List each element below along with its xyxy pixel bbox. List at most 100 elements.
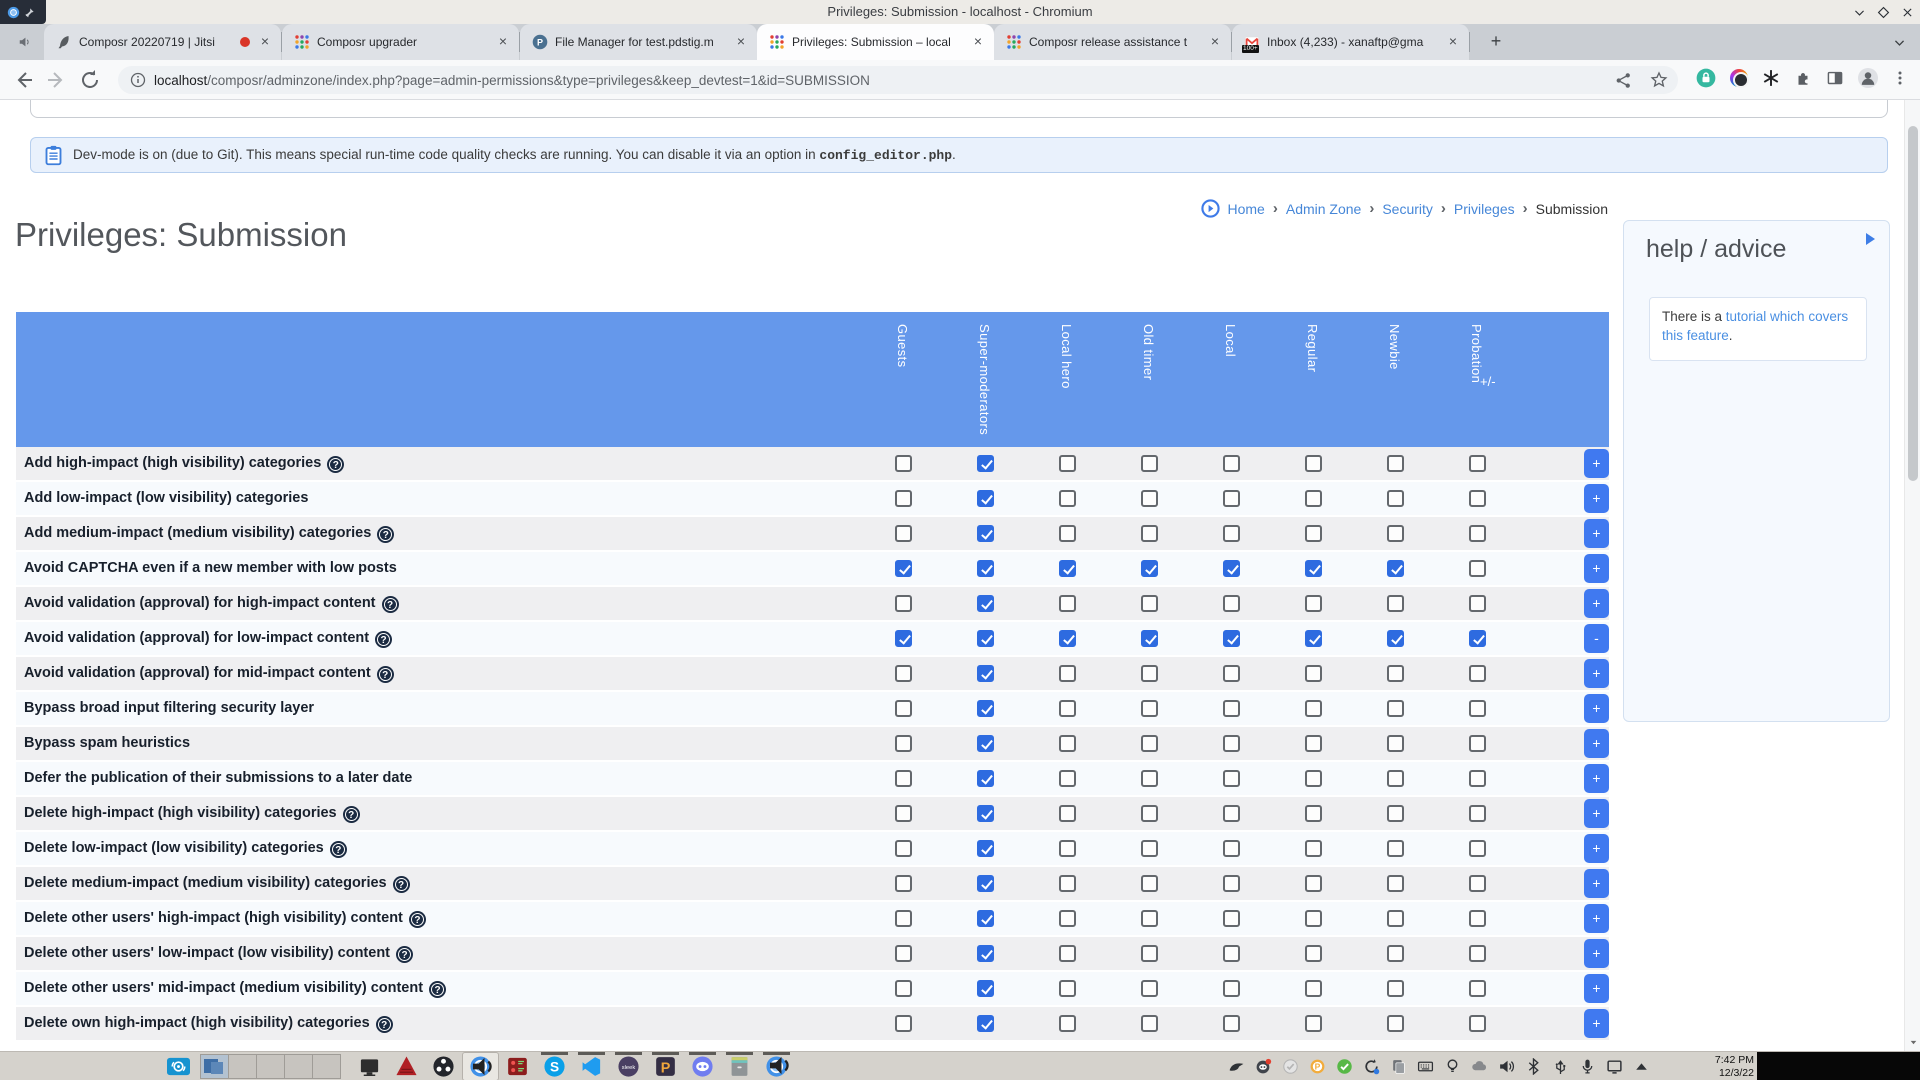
privilege-checkbox[interactable] [1305,630,1322,647]
privilege-checkbox[interactable] [1387,910,1404,927]
expand-row-button[interactable]: + [1584,939,1609,968]
privilege-checkbox[interactable] [1223,665,1240,682]
privilege-checkbox[interactable] [1223,735,1240,752]
privilege-checkbox[interactable] [1387,560,1404,577]
privilege-checkbox[interactable] [1305,490,1322,507]
password-manager-extension-icon[interactable] [1696,68,1716,88]
collapse-row-button[interactable]: - [1584,624,1609,653]
privilege-checkbox[interactable] [895,595,912,612]
check-disabled-icon[interactable] [1282,1058,1299,1075]
privilege-checkbox[interactable] [1469,630,1486,647]
privilege-checkbox[interactable] [1387,490,1404,507]
privilege-checkbox[interactable] [1141,525,1158,542]
help-tooltip-icon[interactable]: ? [332,843,345,856]
privilege-checkbox[interactable] [1387,630,1404,647]
privilege-checkbox[interactable] [1469,910,1486,927]
privilege-checkbox[interactable] [1141,560,1158,577]
breadcrumb-privileges[interactable]: Privileges [1454,201,1515,217]
scrollbar-thumb[interactable] [1908,126,1918,481]
privilege-checkbox[interactable] [1305,595,1322,612]
privilege-checkbox[interactable] [1223,525,1240,542]
privilege-checkbox[interactable] [1469,1015,1486,1032]
privilege-checkbox[interactable] [1223,455,1240,472]
privilege-checkbox[interactable] [1469,770,1486,787]
bookmark-star-icon[interactable] [1650,71,1668,89]
help-tooltip-icon[interactable]: ? [379,528,392,541]
privilege-checkbox[interactable] [1305,1015,1322,1032]
privilege-checkbox[interactable] [895,630,912,647]
privilege-checkbox[interactable] [977,735,994,752]
privilege-checkbox[interactable] [1469,875,1486,892]
privilege-checkbox[interactable] [977,840,994,857]
back-button[interactable] [12,68,36,92]
privilege-checkbox[interactable] [1305,980,1322,997]
expand-row-button[interactable]: + [1584,834,1609,863]
bluetooth-icon[interactable] [1525,1058,1542,1075]
privilege-checkbox[interactable] [1223,945,1240,962]
menu-dots-icon[interactable] [1892,70,1908,86]
privilege-checkbox[interactable] [1387,700,1404,717]
display-app-icon[interactable] [351,1052,388,1080]
privilege-checkbox[interactable] [1223,595,1240,612]
privilege-checkbox[interactable] [1387,945,1404,962]
privilege-checkbox[interactable] [895,910,912,927]
expand-row-button[interactable]: + [1584,904,1609,933]
arrow-up-icon[interactable] [1633,1058,1650,1075]
privilege-checkbox[interactable] [1059,735,1076,752]
sleek-todo-icon[interactable]: sleek [610,1052,647,1080]
privilege-checkbox[interactable] [895,700,912,717]
tab-5[interactable]: Composr release assistance t× [994,24,1231,60]
help-tooltip-icon[interactable]: ? [395,878,408,891]
minimize-button[interactable] [1853,6,1866,19]
privilege-checkbox[interactable] [1141,840,1158,857]
discord-tray-icon[interactable] [1255,1058,1272,1075]
tab-close-icon[interactable]: × [1445,34,1461,50]
privilege-checkbox[interactable] [1387,805,1404,822]
workspace-4[interactable] [284,1054,313,1079]
microphone-icon[interactable] [1579,1058,1596,1075]
collapse-arrow-icon[interactable] [1866,233,1875,245]
privilege-checkbox[interactable] [1305,875,1322,892]
privilege-checkbox[interactable] [1059,665,1076,682]
privilege-checkbox[interactable] [1387,840,1404,857]
privilege-checkbox[interactable] [977,910,994,927]
breadcrumb-security[interactable]: Security [1382,201,1433,217]
privilege-checkbox[interactable] [977,945,994,962]
skype-icon[interactable]: S [536,1052,573,1080]
forward-button[interactable] [44,68,68,92]
chromium-browser-icon[interactable] [758,1052,795,1080]
tab-4[interactable]: Privileges: Submission – local× [757,24,994,60]
breadcrumb-admin-zone[interactable]: Admin Zone [1286,201,1361,217]
triangle-app-icon[interactable] [388,1052,425,1080]
tab-6[interactable]: 100+Inbox (4,233) - xanaftp@gma× [1232,24,1469,60]
privilege-checkbox[interactable] [977,980,994,997]
notes-icon[interactable] [1390,1058,1407,1075]
privilege-checkbox[interactable] [1141,875,1158,892]
privilege-checkbox[interactable] [1059,525,1076,542]
privilege-checkbox[interactable] [977,805,994,822]
workspace-5[interactable] [312,1054,341,1079]
page-scrollbar[interactable] [1904,100,1920,1051]
privilege-checkbox[interactable] [1469,980,1486,997]
help-tooltip-icon[interactable]: ? [377,633,390,646]
privilege-checkbox[interactable] [1305,840,1322,857]
privilege-checkbox[interactable] [1387,1015,1404,1032]
tab-close-icon[interactable]: × [257,34,273,50]
privilege-checkbox[interactable] [1305,945,1322,962]
site-info-icon[interactable] [130,72,146,88]
expand-row-button[interactable]: + [1584,729,1609,758]
privilege-checkbox[interactable] [1469,700,1486,717]
privilege-checkbox[interactable] [1141,735,1158,752]
privilege-checkbox[interactable] [895,770,912,787]
privilege-checkbox[interactable] [1059,1015,1076,1032]
privilege-checkbox[interactable] [1059,490,1076,507]
privilege-checkbox[interactable] [977,490,994,507]
chromium-browser-active-icon[interactable] [462,1052,499,1080]
reload-button[interactable] [78,68,102,92]
privilege-checkbox[interactable] [1469,805,1486,822]
privilege-checkbox[interactable] [977,1015,994,1032]
privilege-checkbox[interactable] [1141,595,1158,612]
privilege-checkbox[interactable] [895,805,912,822]
updates-ok-icon[interactable] [1336,1058,1353,1075]
privilege-checkbox[interactable] [1305,455,1322,472]
